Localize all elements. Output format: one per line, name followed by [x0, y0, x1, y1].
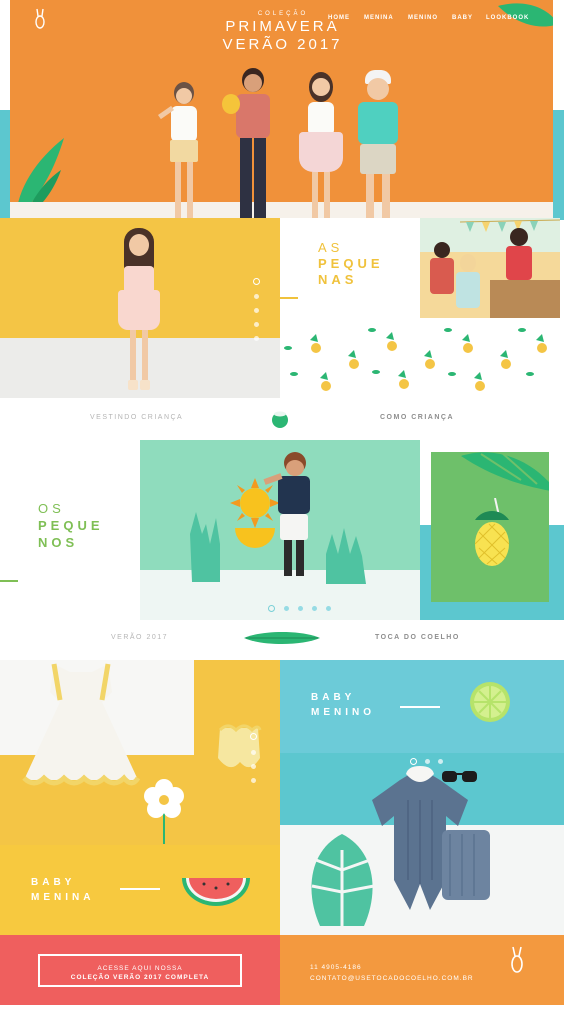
baby-menino-accent-line — [400, 706, 440, 708]
lime-slice-icon — [470, 682, 510, 722]
sunglasses-icon — [442, 771, 477, 782]
pequenos-carousel-dots[interactable] — [268, 604, 331, 612]
carousel-dot[interactable] — [298, 605, 303, 611]
carousel-dot[interactable] — [425, 759, 430, 764]
cta-line1: ACESSE AQUI NOSSA — [97, 965, 183, 972]
pequenos-title-line2: PEQUE — [38, 518, 104, 533]
hero-title-line2: VERÃO 2017 — [222, 36, 343, 53]
paper-flower-icon — [144, 779, 184, 844]
cta-line2: COLEÇÃO VERÃO 2017 COMPLETA — [70, 974, 210, 981]
baby-menina-line2: MENINA — [31, 892, 95, 903]
row-label-toca[interactable]: TOCA DO COELHO — [375, 634, 460, 641]
baby-menino-line2: MENINO — [311, 707, 375, 718]
nav-home[interactable]: HOME — [328, 15, 350, 21]
baby-menino-line1: BABY — [311, 692, 356, 703]
paper-cactus-left-icon — [190, 512, 220, 582]
baby-dress-icon — [22, 663, 141, 786]
nav-baby[interactable]: BABY — [452, 15, 473, 21]
pequenas-carousel-dots[interactable] — [253, 278, 260, 350]
carousel-dot[interactable] — [410, 758, 417, 765]
baby-menina-accent-line — [120, 888, 160, 890]
pineapple-pattern-icon — [284, 328, 547, 391]
hero-left-accent — [0, 110, 10, 220]
carousel-dot[interactable] — [284, 605, 289, 611]
pequenas-title-line2: PEQUE — [318, 256, 384, 271]
pineapple-pattern — [280, 318, 560, 398]
kid-photo-2 — [222, 68, 282, 218]
carousel-dot[interactable] — [251, 778, 256, 783]
paper-cactus-right-icon — [326, 528, 366, 584]
pequenos-accent-line — [0, 580, 18, 582]
pequenos-title-line1: OS — [38, 501, 65, 516]
baby-bloomers-icon — [218, 724, 262, 768]
pequenos-title: OS PEQUE NOS — [38, 500, 104, 551]
baby-menina-line1: BABY — [31, 877, 76, 888]
pequenas-title-line3: NAS — [318, 272, 358, 287]
row-label-verao[interactable]: VERÃO 2017 — [111, 634, 168, 641]
hero-right-accent — [553, 110, 564, 220]
girl-photo[interactable] — [110, 220, 170, 396]
leaf-icon — [244, 632, 320, 644]
pequenas-title: AS PEQUE NAS — [318, 240, 384, 288]
carousel-dot[interactable] — [250, 733, 257, 740]
carousel-dot[interactable] — [254, 322, 259, 327]
hero-title: PRIMAVERA VERÃO 2017 — [205, 18, 360, 54]
pineapple-drink-icon — [474, 498, 510, 566]
nav-lookbook[interactable]: LOOKBOOK — [486, 15, 529, 21]
palm-leaf-icon — [461, 452, 549, 491]
row-label-vestindo[interactable]: VESTINDO CRIANÇA — [90, 414, 183, 421]
row-label-como-crianca[interactable]: COMO CRIANÇA — [380, 414, 454, 421]
carousel-dot[interactable] — [254, 336, 259, 341]
contact-phone[interactable]: 11 4905-4186 — [310, 962, 474, 973]
carousel-dot[interactable] — [326, 605, 331, 611]
contact-email[interactable]: CONTATO@USETOCADOCOELHO.COM.BR — [310, 973, 474, 984]
full-collection-button[interactable]: ACESSE AQUI NOSSA COLEÇÃO VERÃO 2017 COM… — [38, 954, 242, 987]
carousel-dot[interactable] — [268, 604, 275, 612]
kid-photo-1 — [158, 82, 208, 218]
kid-photo-3 — [293, 72, 349, 218]
carousel-dot[interactable] — [254, 294, 259, 299]
carousel-dot[interactable] — [251, 764, 256, 769]
bunny-logo-footer-icon[interactable] — [510, 946, 524, 974]
pequenas-accent-line — [280, 297, 298, 299]
paper-sun-half-icon — [235, 528, 275, 548]
page: COLEÇÃO PRIMAVERA VERÃO 2017 HOME MENINA… — [0, 0, 564, 1013]
nav-menino[interactable]: MENINO — [408, 15, 438, 21]
carousel-dot[interactable] — [253, 278, 260, 285]
bunny-logo-icon[interactable] — [34, 8, 46, 30]
carousel-dot[interactable] — [251, 750, 256, 755]
kid-photo-4 — [348, 70, 408, 218]
contact-info: 11 4905-4186 CONTATO@USETOCADOCOELHO.COM… — [310, 962, 474, 984]
pequenos-title-line3: NOS — [38, 535, 79, 550]
kids-lemonade-photo[interactable] — [420, 218, 560, 318]
watermelon-icon — [182, 878, 250, 906]
carousel-dot[interactable] — [254, 308, 259, 313]
carousel-dot[interactable] — [438, 759, 443, 764]
carousel-dot[interactable] — [312, 605, 317, 611]
nav-menina[interactable]: MENINA — [364, 15, 394, 21]
baby-menino-title: BABY MENINO — [311, 690, 375, 720]
coconut-icon — [272, 411, 288, 428]
baby-menina-title: BABY MENINA — [31, 875, 94, 905]
pequenos-photo[interactable] — [140, 440, 420, 620]
paper-sun-icon — [230, 478, 280, 528]
pineapple-drink-card[interactable] — [431, 452, 549, 602]
pequenas-title-line1: AS — [318, 240, 344, 255]
